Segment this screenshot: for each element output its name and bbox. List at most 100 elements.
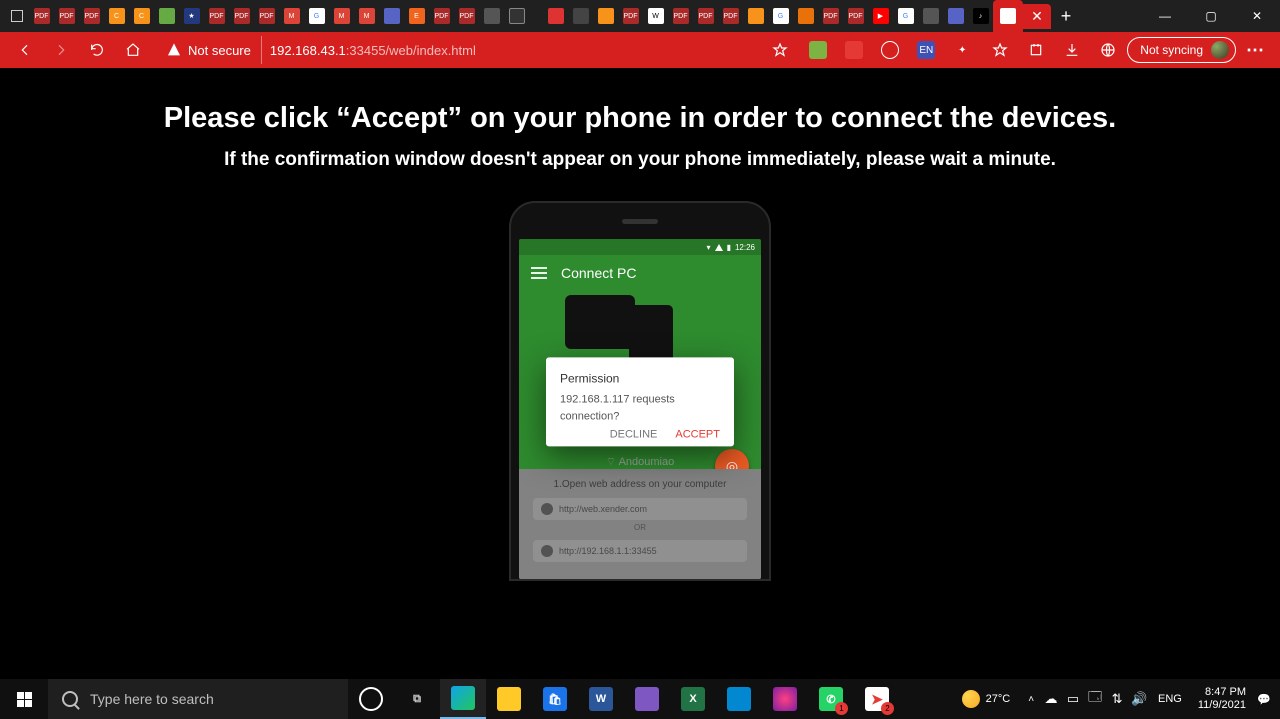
pdf-icon: PDF [823, 8, 839, 24]
tab[interactable]: ▶ [868, 4, 893, 29]
tray-icon[interactable]: 🗔 [1086, 688, 1104, 710]
forward-button[interactable] [44, 34, 78, 66]
taskview-button[interactable]: ⧉ [394, 679, 440, 719]
tab[interactable]: PDF [843, 4, 868, 29]
tab[interactable]: PDF [454, 4, 479, 29]
tab[interactable] [479, 4, 504, 29]
tray-icon[interactable]: ☁ [1042, 691, 1060, 707]
tab[interactable]: W [643, 4, 668, 29]
tab[interactable]: PDF [693, 4, 718, 29]
tab[interactable]: C [129, 4, 154, 29]
url-text[interactable]: 192.168.43.1:33455/web/index.html [262, 43, 484, 58]
tab[interactable]: PDF [229, 4, 254, 29]
app-word[interactable]: W [578, 679, 624, 719]
grid-icon [484, 8, 500, 24]
language-indicator[interactable]: ENG [1158, 693, 1182, 705]
tab[interactable]: PDF [429, 4, 454, 29]
back-button[interactable] [8, 34, 42, 66]
downloads-button[interactable] [1055, 34, 1089, 66]
weather-widget[interactable]: 27°C [962, 690, 1011, 708]
tab[interactable]: C [104, 4, 129, 29]
app-whatsapp[interactable]: ✆1 [808, 679, 854, 719]
app-pinned[interactable] [762, 679, 808, 719]
tab[interactable]: PDF [79, 4, 104, 29]
refresh-button[interactable] [80, 34, 114, 66]
accept-button[interactable]: ACCEPT [675, 428, 720, 440]
start-button[interactable] [0, 679, 48, 719]
maximize-button[interactable]: ▢ [1188, 0, 1234, 32]
pdf-icon: PDF [259, 8, 275, 24]
tab[interactable]: M [354, 4, 379, 29]
tab[interactable]: G [768, 4, 793, 29]
collections-button[interactable] [1019, 34, 1053, 66]
tab[interactable] [568, 4, 593, 29]
tab[interactable]: ♪ [968, 4, 993, 29]
taskbar-search[interactable]: Type here to search [48, 679, 348, 719]
ext-icon[interactable]: EN [917, 41, 935, 59]
puzzle-icon[interactable]: ✦ [953, 41, 971, 59]
tab[interactable]: E [404, 4, 429, 29]
tray-expand[interactable]: ˄ [1028, 694, 1034, 705]
tab[interactable]: G [893, 4, 918, 29]
shield-icon[interactable] [881, 41, 899, 59]
tab-panel-icon[interactable] [4, 4, 29, 29]
tab-active[interactable] [993, 0, 1023, 32]
favorite-button[interactable] [763, 34, 797, 66]
minimize-button[interactable]: — [1142, 0, 1188, 32]
cortana-button[interactable] [348, 679, 394, 719]
tab[interactable]: G [304, 4, 329, 29]
tab[interactable] [543, 4, 568, 29]
tab-close-button[interactable]: ✕ [1023, 4, 1051, 29]
tab[interactable] [379, 4, 404, 29]
tab[interactable] [918, 4, 943, 29]
tab[interactable]: PDF [618, 4, 643, 29]
app-pinned[interactable]: ➤2 [854, 679, 900, 719]
tab[interactable]: PDF [54, 4, 79, 29]
tab[interactable] [943, 4, 968, 29]
home-button[interactable] [116, 34, 150, 66]
gmail-icon: M [284, 8, 300, 24]
menu-button[interactable]: ⋯ [1238, 34, 1272, 66]
search-placeholder: Type here to search [90, 691, 214, 707]
app-edge[interactable] [440, 679, 486, 719]
tab[interactable]: PDF [818, 4, 843, 29]
tab-strip: PDF PDF PDF C C ★ PDF PDF PDF M G M M E … [0, 0, 1142, 32]
decline-button[interactable]: DECLINE [610, 428, 658, 440]
tab[interactable]: PDF [29, 4, 54, 29]
tab[interactable]: PDF [254, 4, 279, 29]
app-store[interactable]: 🛍 [532, 679, 578, 719]
tray-wifi-icon[interactable]: ⇅ [1108, 691, 1126, 707]
tab[interactable]: ★ [179, 4, 204, 29]
ext-icon[interactable] [845, 41, 863, 59]
app-explorer[interactable] [486, 679, 532, 719]
browser-toolbar: Not secure 192.168.43.1:33455/web/index.… [0, 32, 1280, 68]
gmail-icon: M [359, 8, 375, 24]
tab[interactable]: M [329, 4, 354, 29]
tab[interactable] [593, 4, 618, 29]
app-excel[interactable]: X [670, 679, 716, 719]
new-tab-button[interactable]: + [1051, 0, 1081, 32]
tab[interactable] [154, 4, 179, 29]
titlebar: PDF PDF PDF C C ★ PDF PDF PDF M G M M E … [0, 0, 1280, 32]
tab[interactable]: PDF [204, 4, 229, 29]
tray-volume-icon[interactable]: 🔊 [1130, 691, 1148, 707]
tab[interactable]: PDF [668, 4, 693, 29]
tab[interactable]: M [279, 4, 304, 29]
tab[interactable] [504, 4, 529, 29]
internet-button[interactable] [1091, 34, 1125, 66]
favorites-button[interactable] [983, 34, 1017, 66]
tab[interactable] [793, 4, 818, 29]
close-window-button[interactable]: ✕ [1234, 0, 1280, 32]
tab[interactable] [743, 4, 768, 29]
profile-sync[interactable]: Not syncing [1127, 37, 1236, 63]
pdf-icon: PDF [84, 8, 100, 24]
action-center-button[interactable]: 💬 [1254, 690, 1274, 708]
app-note[interactable] [624, 679, 670, 719]
app-pictures[interactable] [716, 679, 762, 719]
ext-icon[interactable] [809, 41, 827, 59]
tray-icon[interactable]: ▭ [1064, 691, 1082, 707]
tab[interactable]: PDF [718, 4, 743, 29]
taskbar-clock[interactable]: 8:47 PM 11/9/2021 [1198, 686, 1246, 711]
security-indicator[interactable]: Not secure [156, 36, 262, 64]
address-bar[interactable]: Not secure 192.168.43.1:33455/web/index.… [156, 36, 484, 64]
